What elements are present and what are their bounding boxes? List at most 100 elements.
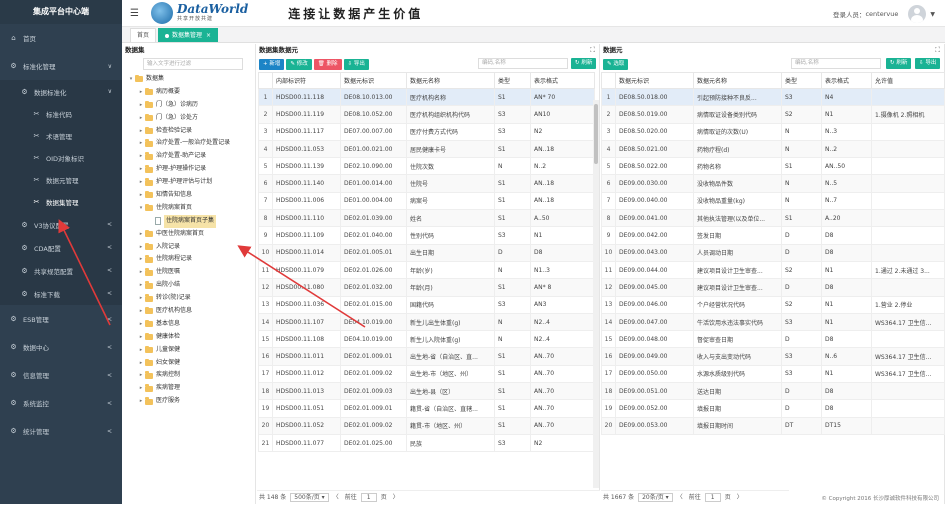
table-row[interactable]: 10 HDSD00.11.014 DE02.01.005.01 出生日期 D D8 [258,243,595,262]
tree-toggle-icon[interactable]: ▸ [137,292,145,305]
tree-node[interactable]: ▸ 护理-护理操作记录 [123,163,255,176]
table-row[interactable]: 16 HDSD00.11.011 DE02.01.009.01 出生地-省（自治区、直… [258,347,595,366]
table-row[interactable]: 15 DE09.00.048.00 督促审查日期 D D8 [601,330,945,349]
tree-node[interactable]: ▸ 门（急）诊处方 [123,112,255,125]
next-page-button[interactable]: 〉 [737,491,743,505]
edit-button[interactable]: ✎ 修改 [286,58,312,70]
tree-toggle-icon[interactable]: ▾ [137,202,145,215]
table-row[interactable]: 19 HDSD00.11.051 DE02.01.009.01 籍贯-省（自治区、直辖… [258,399,595,418]
tree-node[interactable]: ▸ 医疗机构信息 [123,305,255,318]
column-header[interactable]: 内部标识符 [272,72,341,89]
tree-toggle-icon[interactable]: ▸ [137,125,145,138]
tree-toggle-icon[interactable]: ▸ [137,150,145,163]
tree-node[interactable]: ▾ 数据集 [123,73,255,86]
table-row[interactable]: 6 HDSD00.11.140 DE01.00.014.00 住院号 S1 AN..18 [258,174,595,193]
column-header[interactable] [601,72,616,89]
mid-scrollbar-thumb[interactable] [594,104,598,164]
right-page-size-select[interactable]: 20条/页 ▾ [638,493,673,502]
column-header[interactable] [258,72,273,89]
tree-node[interactable]: ▸ 中医住院病案首页 [123,228,255,241]
tree-toggle-icon[interactable]: ▸ [137,357,145,370]
table-row[interactable]: 10 DE09.00.043.00 人员调动日期 D D8 [601,243,945,262]
table-row[interactable]: 3 HDSD00.11.117 DE07.00.007.00 医疗付费方式代码 S3 N2 [258,122,595,141]
tree-node[interactable]: 住院病案首页子集 [123,214,255,228]
sidebar-item-16[interactable]: ⚙ 统计管理 < [0,417,122,445]
tree-node[interactable]: ▸ 检查检验记录 [123,125,255,138]
table-row[interactable]: 6 DE09.00.030.00 没收物品件数 N N..5 [601,174,945,193]
column-header[interactable]: 数据元标识 [615,72,694,89]
tree-toggle-icon[interactable]: ▾ [127,73,135,86]
table-row[interactable]: 5 DE08.50.022.00 药物名称 S1 AN..50 [601,157,945,176]
tree-node[interactable]: ▸ 疾病管理 [123,382,255,395]
table-row[interactable]: 2 HDSD00.11.119 DE08.10.052.00 医疗机构组织机构代码 S3… [258,105,595,124]
sidebar-item-0[interactable]: ⌂ 首页 [0,24,122,52]
table-row[interactable]: 16 DE09.00.049.00 收入与支出变动代码 S3 N..6 WS364.17 … [601,347,945,366]
caret-down-icon[interactable]: ▼ [930,11,935,18]
prev-page-button[interactable]: 〈 [677,491,683,505]
table-row[interactable]: 12 DE09.00.045.00 建议项目设计卫生审查... D D8 [601,278,945,297]
table-row[interactable]: 7 DE09.00.040.00 没收物品重量(kg) N N..7 [601,191,945,211]
tab-dataset[interactable]: 数据集管理 × [158,28,219,42]
tree-node[interactable]: ▸ 知情告知信息 [123,189,255,202]
column-header[interactable]: 表示格式 [821,72,872,89]
table-row[interactable]: 18 HDSD00.11.013 DE02.01.009.03 出生地-县（区） S1 A… [258,382,595,401]
sidebar-item-10[interactable]: ⚙ 共享规范配置 < [0,259,122,282]
table-row[interactable]: 12 HDSD00.11.080 DE02.01.032.00 年龄(月) S1 AN* … [258,278,595,297]
tree-toggle-icon[interactable]: ▸ [137,305,145,318]
tree-toggle-icon[interactable]: ▸ [137,137,145,150]
table-row[interactable]: 17 DE09.00.050.00 水源水质级别代码 S3 N1 WS364.17 卫生信… [601,364,945,384]
tree-node[interactable]: ▸ 治疗处置-一般治疗处置记录 [123,137,255,150]
table-row[interactable]: 13 DE09.00.046.00 个户经营状况代码 S2 N1 1.营业 2.停业 [601,295,945,314]
sidebar-item-7[interactable]: ✂ 数据集管理 [0,191,122,213]
sidebar-item-12[interactable]: ⚙ ESB管理 < [0,305,122,333]
tree-node[interactable]: ▾ 住院病案首页 [123,202,255,215]
tree-toggle-icon[interactable]: ▸ [137,369,145,382]
sidebar-item-15[interactable]: ⚙ 系统监控 < [0,389,122,417]
tree-toggle-icon[interactable]: ▸ [137,395,145,408]
tree-toggle-icon[interactable]: ▸ [137,279,145,292]
table-row[interactable]: 13 HDSD00.11.036 DE02.01.015.00 国籍代码 S3 AN3 [258,295,595,314]
right-refresh-button[interactable]: ↻ 刷新 [886,58,912,69]
tree-node[interactable]: ▸ 妇女保健 [123,357,255,370]
add-button[interactable]: + 新增 [259,58,285,70]
tree-node[interactable]: ▸ 基本信息 [123,318,255,331]
tree-toggle-icon[interactable]: ▸ [137,163,145,176]
tree-node[interactable]: ▸ 住院医嘱 [123,266,255,279]
column-header[interactable]: 数据元标识 [340,72,407,89]
tree-toggle-icon[interactable]: ▸ [137,112,145,125]
table-row[interactable]: 4 HDSD00.11.053 DE01.00.021.00 居民健康卡号 S1 AN..… [258,139,595,159]
tree-node[interactable]: ▸ 护理-护理评估与计划 [123,176,255,189]
sidebar-item-6[interactable]: ✂ 数据元管理 [0,169,122,191]
sidebar-item-5[interactable]: ✂ OID对象标识 [0,147,122,169]
table-row[interactable]: 11 HDSD00.11.079 DE02.01.026.00 年龄(岁) N N1..3 [258,260,595,280]
table-row[interactable]: 17 HDSD00.11.012 DE02.01.009.02 出生地-市（地区、州）… [258,364,595,384]
table-row[interactable]: 18 DE09.00.051.00 送达日期 D D8 [601,382,945,401]
tree-toggle-icon[interactable]: ▸ [137,241,145,254]
tree-node[interactable]: ▸ 治疗处置-助产记录 [123,150,255,163]
tree-toggle-icon[interactable]: ▸ [137,253,145,266]
sidebar-item-13[interactable]: ⚙ 数据中心 < [0,333,122,361]
right-page-input[interactable]: 1 [704,493,721,502]
export-button[interactable]: ⇩ 导出 [343,58,369,70]
tree-node[interactable]: ▸ 入院记录 [123,241,255,254]
column-header[interactable]: 类型 [781,72,822,89]
column-header[interactable]: 表示格式 [530,72,595,89]
fullscreen-icon[interactable]: ⛶ [935,44,940,56]
column-header[interactable]: 数据元名称 [406,72,495,89]
table-row[interactable]: 9 DE09.00.042.00 签发日期 D D8 [601,226,945,245]
tree-node[interactable]: ▸ 出院小结 [123,279,255,292]
tree-toggle-icon[interactable]: ▸ [137,318,145,331]
table-row[interactable]: 1 HDSD00.11.118 DE08.10.013.00 医疗机构名称 S1 AN* … [258,87,595,107]
tree-toggle-icon[interactable]: ▸ [137,176,145,189]
table-row[interactable]: 8 HDSD00.11.110 DE02.01.039.00 姓名 S1 A..50 [258,209,595,228]
tree-filter-input[interactable]: 输入文字进行过滤 [143,58,243,70]
table-row[interactable]: 14 HDSD00.11.107 DE04.10.019.00 新生儿出生体重(g) N… [258,312,595,332]
tree-toggle-icon[interactable]: ▸ [137,266,145,279]
fullscreen-icon[interactable]: ⛶ [590,44,595,56]
table-row[interactable]: 11 DE09.00.044.00 建议项目设计卫生审查... S2 N1 1.通过 2.… [601,260,945,280]
mid-scrollbar[interactable] [593,100,599,488]
tree-toggle-icon[interactable]: ▸ [137,331,145,344]
tree-toggle-icon[interactable]: ▸ [137,228,145,241]
tree-node[interactable]: ▸ 儿童保健 [123,344,255,357]
table-row[interactable]: 14 DE09.00.047.00 牛活饮用水违法事实代码 S3 N1 WS364.17 … [601,312,945,332]
